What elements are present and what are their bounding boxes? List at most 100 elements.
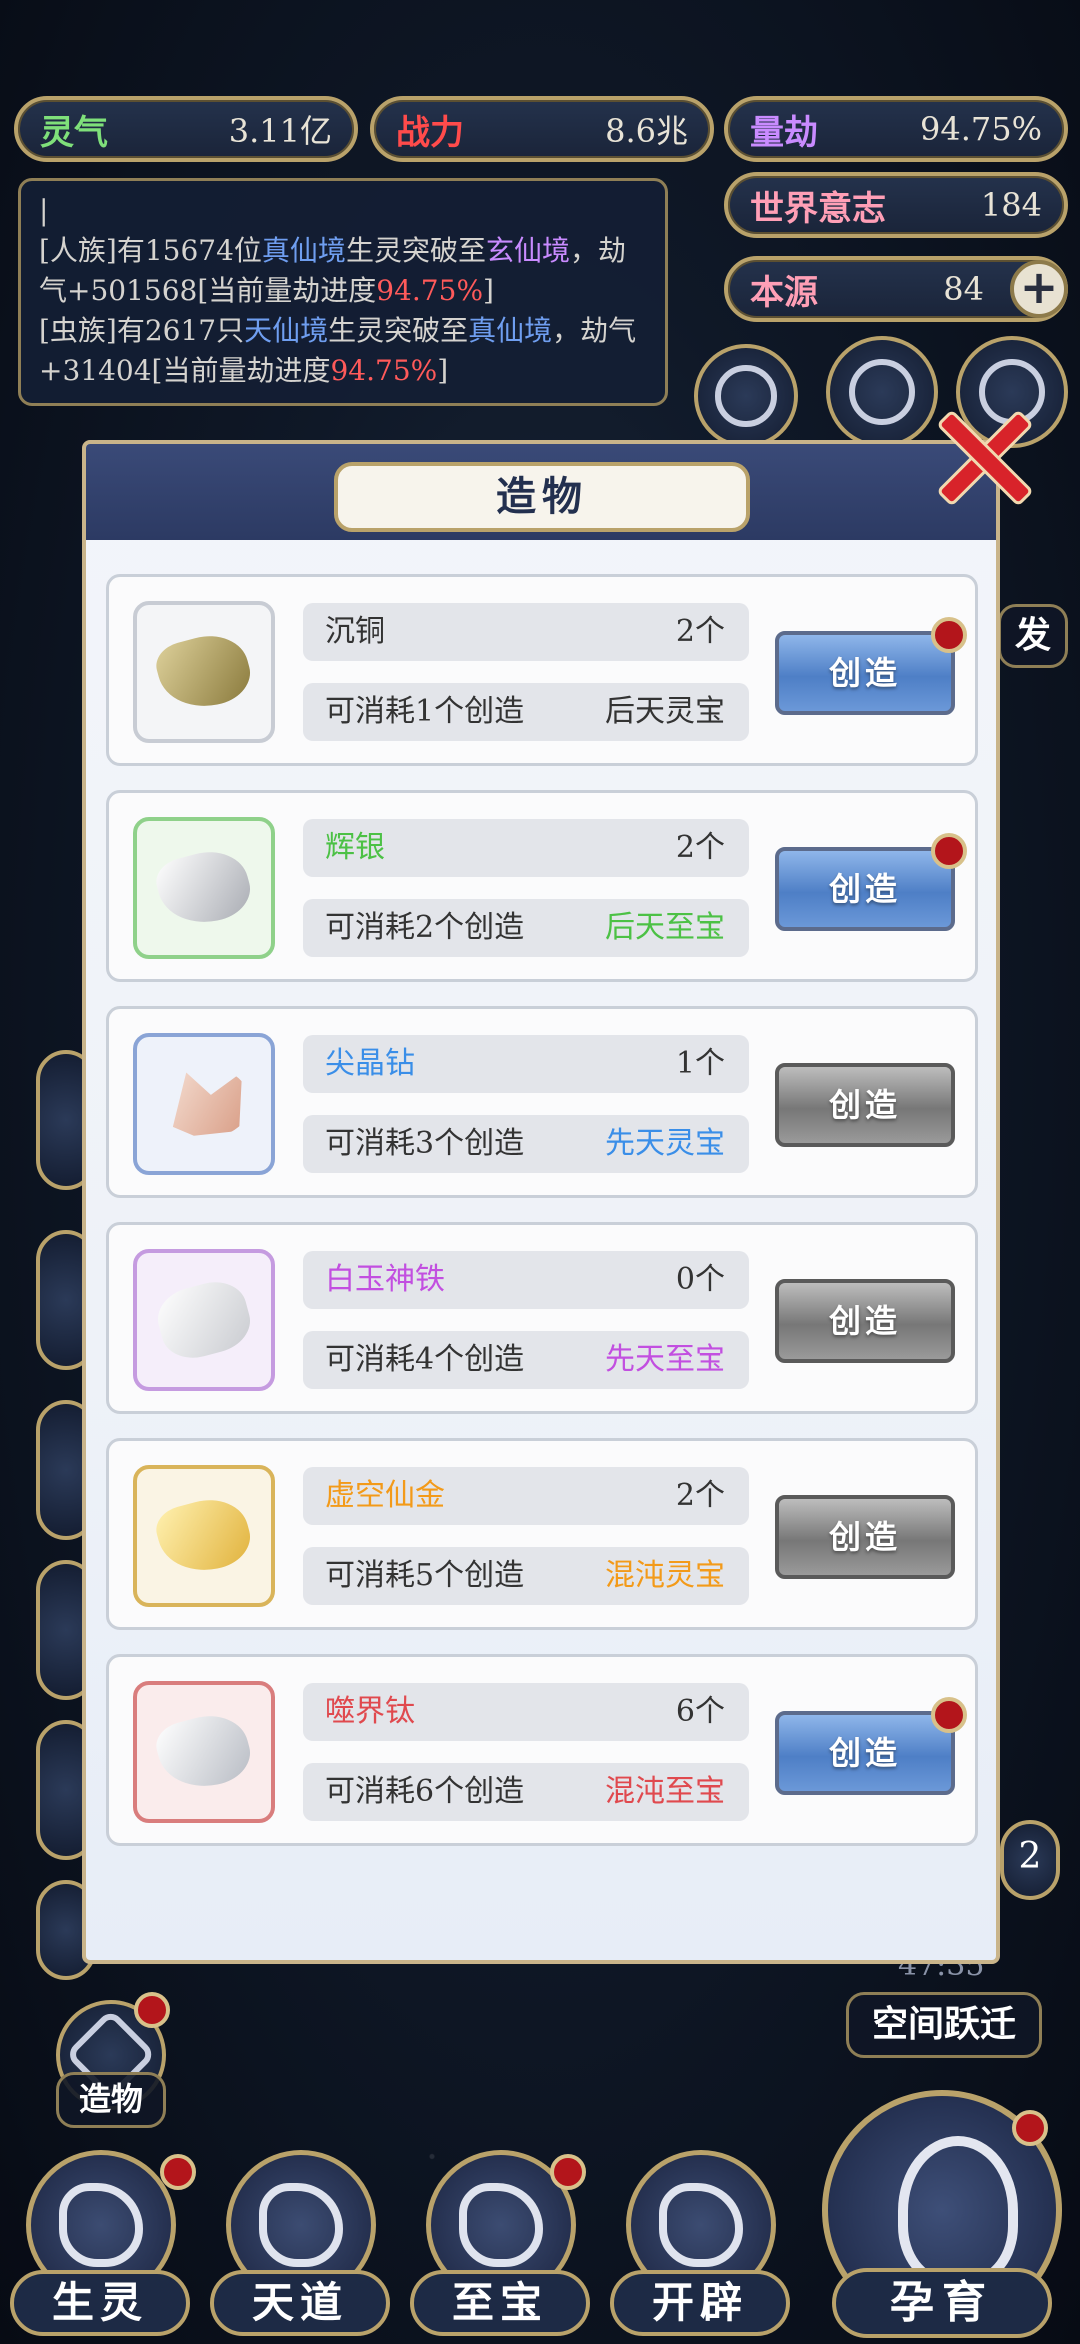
item-desc-bar: 可消耗5个创造 混沌灵宝 [303, 1547, 749, 1605]
item-card: 尖晶钻 1个 可消耗3个创造 先天灵宝 创造 [106, 1006, 978, 1198]
log-cursor: | [39, 194, 49, 227]
scroll-icon[interactable] [694, 344, 798, 448]
item-count: 0个 [675, 1262, 725, 1297]
notify-badge [931, 617, 967, 653]
item-name-bar: 白玉神铁 0个 [303, 1251, 749, 1309]
shijie-label: 世界意志 [750, 188, 886, 229]
item-name: 虚空仙金 [325, 1478, 445, 1513]
notify-badge [931, 1697, 967, 1733]
nav-kaipi[interactable]: 开辟 [610, 2150, 790, 2340]
shijie-stat[interactable]: 世界意志 184 [724, 172, 1068, 238]
item-card: 沉铜 2个 可消耗1个创造 后天灵宝 创造 [106, 574, 978, 766]
lingqi-stat: 灵气 3.11亿 [14, 96, 358, 162]
zhanli-value: 8.6兆 [605, 112, 688, 150]
nav-shengling-label: 生灵 [10, 2270, 190, 2336]
create-button[interactable]: 创造 [775, 1063, 955, 1147]
zhibao-badge [550, 2154, 586, 2190]
item-desc: 可消耗5个创造 [325, 1558, 525, 1593]
item-count: 1个 [675, 1046, 725, 1081]
notify-badge [931, 833, 967, 869]
bronze-ore-icon [133, 601, 275, 743]
shengling-badge [160, 2154, 196, 2190]
create-button[interactable]: 创造 [775, 617, 967, 715]
liangjie-stat[interactable]: 量劫 94.75% [724, 96, 1068, 162]
shijie-value: 184 [980, 186, 1042, 224]
item-name-bar: 噬界钛 6个 [303, 1683, 749, 1741]
benyuan-value: 84 [943, 270, 984, 308]
create-button[interactable]: 创造 [775, 833, 967, 931]
log-message-1: [人族]有15674位真仙境生灵突破至玄仙境，劫气+501568[当前量劫进度9… [39, 234, 626, 307]
item-desc: 可消耗3个创造 [325, 1126, 525, 1161]
item-grade: 后天灵宝 [605, 694, 725, 729]
silver-ore-icon [133, 817, 275, 959]
create-button[interactable]: 创造 [775, 1495, 955, 1579]
item-desc: 可消耗6个创造 [325, 1774, 525, 1809]
item-desc: 可消耗4个创造 [325, 1342, 525, 1377]
item-name-bar: 辉银 2个 [303, 819, 749, 877]
zhanli-label: 战力 [396, 112, 464, 153]
titanium-icon [133, 1681, 275, 1823]
item-name: 白玉神铁 [325, 1262, 445, 1297]
side-fa-label[interactable]: 发 [998, 604, 1068, 668]
nav-zhibao[interactable]: 至宝 [410, 2150, 590, 2340]
kongjian-button[interactable]: 空间跃迁 [846, 1992, 1042, 2058]
item-desc: 可消耗1个创造 [325, 694, 525, 729]
event-log: | [人族]有15674位真仙境生灵突破至玄仙境，劫气+501568[当前量劫进… [18, 178, 668, 406]
item-grade: 先天至宝 [605, 1342, 725, 1377]
close-icon[interactable] [930, 404, 1030, 504]
crafting-modal: 造物 沉铜 2个 可消耗1个创造 后天灵宝 创造 辉银 2个 可消耗2个创造 后天至宝 … [82, 440, 1000, 1964]
item-grade: 后天至宝 [605, 910, 725, 945]
nav-shengling[interactable]: 生灵 [10, 2150, 196, 2340]
item-name: 尖晶钻 [325, 1046, 415, 1081]
yunyu-badge [1012, 2110, 1048, 2146]
nav-tiandao-label: 天道 [210, 2270, 390, 2336]
item-count: 2个 [675, 1478, 725, 1513]
nav-yunyu[interactable]: 孕育 [812, 2090, 1074, 2340]
item-name: 沉铜 [325, 614, 385, 649]
void-gold-icon [133, 1465, 275, 1607]
item-card: 白玉神铁 0个 可消耗4个创造 先天至宝 创造 [106, 1222, 978, 1414]
item-card: 虚空仙金 2个 可消耗5个创造 混沌灵宝 创造 [106, 1438, 978, 1630]
item-name-bar: 虚空仙金 2个 [303, 1467, 749, 1525]
item-desc-bar: 可消耗4个创造 先天至宝 [303, 1331, 749, 1389]
item-card: 辉银 2个 可消耗2个创造 后天至宝 创造 [106, 790, 978, 982]
zaowu-side-label: 造物 [56, 2072, 166, 2128]
zaowu-badge [134, 1992, 170, 2028]
item-name: 辉银 [325, 830, 385, 865]
item-grade: 先天灵宝 [605, 1126, 725, 1161]
log-message-2: [虫族]有2617只天仙境生灵突破至真仙境，劫气+31404[当前量劫进度94.… [39, 314, 637, 387]
nav-yunyu-label: 孕育 [832, 2268, 1052, 2338]
item-desc-bar: 可消耗2个创造 后天至宝 [303, 899, 749, 957]
liangjie-label: 量劫 [750, 112, 818, 153]
item-count: 2个 [675, 830, 725, 865]
liangjie-value: 94.75% [919, 110, 1042, 148]
item-desc: 可消耗2个创造 [325, 910, 525, 945]
item-desc-bar: 可消耗6个创造 混沌至宝 [303, 1763, 749, 1821]
item-grade: 混沌灵宝 [605, 1558, 725, 1593]
lingqi-label: 灵气 [40, 112, 108, 153]
item-name-bar: 尖晶钻 1个 [303, 1035, 749, 1093]
item-grade: 混沌至宝 [605, 1774, 725, 1809]
jade-iron-icon [133, 1249, 275, 1391]
lingqi-value: 3.11亿 [228, 112, 332, 150]
item-desc-bar: 可消耗1个创造 后天灵宝 [303, 683, 749, 741]
nav-zhibao-label: 至宝 [410, 2270, 590, 2336]
modal-title: 造物 [334, 462, 750, 532]
item-count: 2个 [675, 614, 725, 649]
item-count: 6个 [675, 1694, 725, 1729]
zaowu-side-button[interactable]: 造物 [42, 1992, 172, 2130]
nav-tiandao[interactable]: 天道 [210, 2150, 390, 2340]
spinel-crystal-icon [133, 1033, 275, 1175]
zhanli-stat: 战力 8.6兆 [370, 96, 714, 162]
item-desc-bar: 可消耗3个创造 先天灵宝 [303, 1115, 749, 1173]
item-name-bar: 沉铜 2个 [303, 603, 749, 661]
create-button[interactable]: 创造 [775, 1697, 967, 1795]
create-button[interactable]: 创造 [775, 1279, 955, 1363]
vortex-icon[interactable] [826, 336, 938, 448]
item-name: 噬界钛 [325, 1694, 415, 1729]
nav-kaipi-label: 开辟 [610, 2270, 790, 2336]
item-card: 噬界钛 6个 可消耗6个创造 混沌至宝 创造 [106, 1654, 978, 1846]
benyuan-label: 本源 [750, 272, 818, 313]
side-right-badge[interactable]: 2 [1000, 1820, 1060, 1900]
add-benyuan-button[interactable]: + [1010, 260, 1068, 318]
